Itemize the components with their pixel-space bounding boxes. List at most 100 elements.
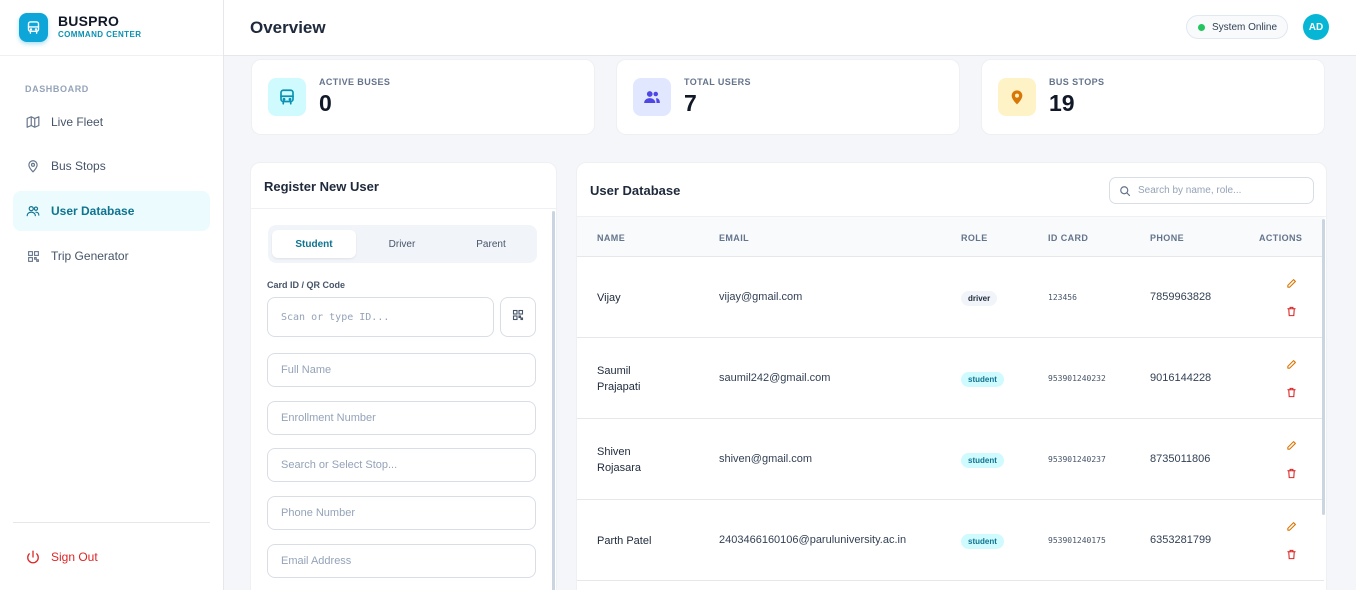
user-database-title: User Database bbox=[590, 183, 681, 198]
role-badge: student bbox=[961, 453, 1004, 468]
top-header: Overview System Online AD bbox=[224, 0, 1356, 56]
user-id-card: 123456 bbox=[1048, 293, 1077, 302]
card-id-label: Card ID / QR Code bbox=[267, 280, 346, 290]
tab-driver[interactable]: Driver bbox=[360, 230, 444, 258]
map-pin-icon bbox=[26, 159, 40, 173]
stat-value: 19 bbox=[1049, 90, 1075, 116]
status-badge: System Online bbox=[1186, 15, 1289, 39]
brand-title: BUSPRO bbox=[58, 13, 120, 29]
delete-trash-icon[interactable] bbox=[1284, 385, 1298, 399]
qr-code-icon bbox=[26, 249, 40, 263]
user-name: Parth Patel bbox=[597, 535, 652, 547]
table-scrollbar[interactable] bbox=[1322, 219, 1325, 515]
user-name: Saumil Prajapati bbox=[597, 365, 641, 393]
search-icon bbox=[1119, 185, 1131, 197]
user-phone: 9016144228 bbox=[1150, 372, 1212, 384]
stat-label: TOTAL USERS bbox=[684, 77, 751, 87]
column-header-role: ROLE bbox=[961, 233, 988, 243]
stat-card-total-users: TOTAL USERS 7 bbox=[616, 59, 960, 135]
users-icon bbox=[633, 78, 671, 116]
email-address-input[interactable]: Email Address bbox=[267, 544, 536, 578]
users-icon bbox=[26, 204, 40, 218]
tab-student[interactable]: Student bbox=[272, 230, 356, 258]
stop-search-input[interactable]: Search or Select Stop... bbox=[267, 448, 536, 482]
brand-subtitle: COMMAND CENTER bbox=[58, 30, 142, 39]
edit-pencil-icon[interactable] bbox=[1284, 438, 1298, 452]
card-id-input[interactable]: Scan or type ID... bbox=[267, 297, 494, 337]
sign-out-label: Sign Out bbox=[51, 550, 98, 564]
brand[interactable]: BUSPRO COMMAND CENTER bbox=[0, 0, 223, 56]
column-header-name: NAME bbox=[597, 233, 626, 243]
column-header-id-card: ID CARD bbox=[1048, 233, 1089, 243]
sidebar-item-user-database[interactable]: User Database bbox=[13, 191, 210, 231]
delete-trash-icon[interactable] bbox=[1284, 466, 1298, 480]
edit-pencil-icon[interactable] bbox=[1284, 519, 1298, 533]
stat-label: ACTIVE BUSES bbox=[319, 77, 391, 87]
stat-label: BUS STOPS bbox=[1049, 77, 1105, 87]
phone-number-input[interactable]: Phone Number bbox=[267, 496, 536, 530]
nav-section-label: DASHBOARD bbox=[25, 84, 89, 94]
user-email: vijay@gmail.com bbox=[719, 291, 803, 303]
register-title: Register New User bbox=[251, 163, 556, 209]
edit-pencil-icon[interactable] bbox=[1284, 276, 1298, 290]
page-title: Overview bbox=[250, 18, 326, 37]
stat-card-bus-stops: BUS STOPS 19 bbox=[981, 59, 1325, 135]
map-pin-icon bbox=[998, 78, 1036, 116]
full-name-input[interactable]: Full Name bbox=[267, 353, 536, 387]
map-icon bbox=[26, 115, 40, 129]
power-icon bbox=[26, 550, 40, 564]
status-text: System Online bbox=[1212, 21, 1278, 33]
online-dot-icon bbox=[1198, 23, 1205, 31]
user-name: Vijay bbox=[597, 292, 621, 304]
user-name: Shiven Rojasara bbox=[597, 446, 642, 474]
sidebar-item-label: Live Fleet bbox=[51, 115, 104, 129]
user-id-card: 953901240232 bbox=[1048, 374, 1106, 383]
table-row: Vijay vijay@gmail.com driver 123456 7859… bbox=[577, 257, 1324, 338]
table-header: NAME EMAIL ROLE ID CARD PHONE ACTIONS bbox=[577, 217, 1324, 257]
user-email: saumil242@gmail.com bbox=[719, 372, 831, 384]
role-badge: student bbox=[961, 372, 1004, 387]
sidebar: BUSPRO COMMAND CENTER DASHBOARD Live Fle… bbox=[0, 0, 224, 590]
sidebar-item-live-fleet[interactable]: Live Fleet bbox=[13, 102, 210, 142]
sidebar-item-bus-stops[interactable]: Bus Stops bbox=[13, 146, 210, 186]
role-badge: driver bbox=[961, 291, 998, 306]
user-id-card: 953901240237 bbox=[1048, 455, 1106, 464]
user-phone: 8735011806 bbox=[1150, 453, 1211, 465]
scan-qr-button[interactable] bbox=[500, 297, 536, 337]
user-search-input[interactable]: Search by name, role... bbox=[1109, 177, 1314, 204]
user-email: 2403466160106@paruluniversity.ac.in bbox=[719, 534, 907, 546]
sidebar-item-label: Bus Stops bbox=[51, 159, 106, 173]
delete-trash-icon[interactable] bbox=[1284, 304, 1298, 318]
sidebar-item-label: Trip Generator bbox=[51, 249, 129, 263]
bus-icon bbox=[268, 78, 306, 116]
delete-trash-icon[interactable] bbox=[1284, 547, 1298, 561]
user-phone: 6353281799 bbox=[1150, 534, 1212, 546]
user-database-panel: User Database Search by name, role... NA… bbox=[576, 162, 1327, 590]
user-id-card: 953901240175 bbox=[1048, 536, 1106, 545]
sidebar-item-label: User Database bbox=[51, 204, 135, 218]
bus-logo-icon bbox=[19, 13, 48, 42]
tab-parent[interactable]: Parent bbox=[449, 230, 533, 258]
user-phone: 7859963828 bbox=[1150, 291, 1212, 303]
stat-card-active-buses: ACTIVE BUSES 0 bbox=[251, 59, 595, 135]
table-row: Shiven Rojasara shiven@gmail.com student… bbox=[577, 419, 1324, 500]
column-header-email: EMAIL bbox=[719, 233, 749, 243]
table-row: Saumil Prajapati saumil242@gmail.com stu… bbox=[577, 338, 1324, 419]
register-scrollbar[interactable] bbox=[552, 211, 555, 590]
role-badge: student bbox=[961, 534, 1004, 549]
stat-value: 0 bbox=[319, 90, 332, 116]
sidebar-divider bbox=[13, 522, 210, 523]
enrollment-number-input[interactable]: Enrollment Number bbox=[267, 401, 536, 435]
avatar[interactable]: AD bbox=[1303, 14, 1329, 40]
column-header-phone: PHONE bbox=[1150, 233, 1185, 243]
stat-value: 7 bbox=[684, 90, 697, 116]
search-placeholder: Search by name, role... bbox=[1138, 185, 1242, 196]
role-tabs: Student Driver Parent bbox=[268, 225, 537, 263]
qr-code-icon bbox=[512, 308, 524, 326]
user-email: shiven@gmail.com bbox=[719, 453, 813, 465]
sidebar-item-trip-generator[interactable]: Trip Generator bbox=[13, 236, 210, 276]
register-user-panel: Register New User Student Driver Parent … bbox=[250, 162, 557, 590]
edit-pencil-icon[interactable] bbox=[1284, 357, 1298, 371]
table-row: Parth Patel 2403466160106@paruluniversit… bbox=[577, 500, 1324, 581]
sign-out-button[interactable]: Sign Out bbox=[13, 540, 98, 574]
